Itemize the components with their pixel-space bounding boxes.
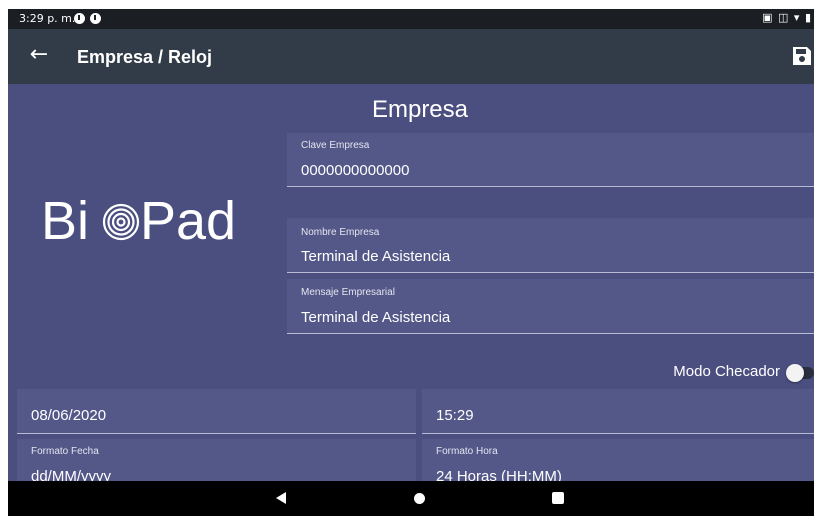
- svg-text:Pad: Pad: [140, 191, 236, 251]
- screen: 3:29 p. m. ▣ ◫ ▾ ▮ ← Empresa / Reloj Emp…: [8, 9, 814, 516]
- nombre-empresa-value: Terminal de Asistencia: [301, 248, 451, 265]
- wifi-icon: ▾: [793, 11, 801, 24]
- clock-icon: [74, 13, 85, 24]
- arrow-back-icon[interactable]: ←: [24, 41, 54, 71]
- mensaje-empresarial-label: Mensaje Empresarial: [301, 287, 395, 298]
- svg-text:Bi: Bi: [41, 191, 89, 251]
- biopad-logo: Bi Pad: [41, 187, 261, 253]
- screenshot-icon: ▣: [762, 11, 774, 24]
- switch-knob: [786, 364, 804, 382]
- hora-value: 15:29: [436, 407, 474, 424]
- app-bar: ← Empresa / Reloj: [8, 29, 814, 84]
- nav-home-icon[interactable]: [414, 493, 425, 504]
- vibrate-icon: ◫: [778, 11, 790, 24]
- clave-empresa-value: 0000000000000: [301, 162, 410, 179]
- modo-checador-switch[interactable]: [786, 364, 814, 382]
- nombre-empresa-label: Nombre Empresa: [301, 227, 380, 238]
- fecha-value: 08/06/2020: [31, 407, 107, 424]
- clock-icon: [90, 13, 101, 24]
- nav-back-icon[interactable]: [276, 492, 286, 504]
- fecha-field[interactable]: 08/06/2020: [17, 389, 416, 434]
- floppy-save-icon[interactable]: [790, 44, 814, 68]
- section-title: Empresa: [371, 96, 469, 123]
- status-icons: ▣ ◫ ▾ ▮: [762, 11, 812, 24]
- mensaje-empresarial-field[interactable]: Mensaje Empresarial Terminal de Asistenc…: [287, 279, 814, 334]
- status-bar: 3:29 p. m. ▣ ◫ ▾ ▮: [8, 9, 814, 29]
- hora-field[interactable]: 15:29: [422, 389, 814, 434]
- nombre-empresa-field[interactable]: Nombre Empresa Terminal de Asistencia: [287, 218, 814, 273]
- navigation-bar: [8, 481, 814, 516]
- nav-recent-icon[interactable]: [552, 492, 564, 504]
- mensaje-empresarial-value: Terminal de Asistencia: [301, 309, 451, 326]
- battery-icon: ▮: [804, 11, 812, 24]
- formato-hora-label: Formato Hora: [436, 446, 498, 457]
- formato-fecha-label: Formato Fecha: [31, 446, 99, 457]
- clave-empresa-field[interactable]: Clave Empresa 0000000000000: [287, 133, 814, 187]
- status-time: 3:29 p. m.: [19, 12, 76, 25]
- clave-empresa-label: Clave Empresa: [301, 140, 370, 151]
- modo-checador-label: Modo Checador: [673, 363, 780, 380]
- app-bar-title: Empresa / Reloj: [77, 47, 213, 67]
